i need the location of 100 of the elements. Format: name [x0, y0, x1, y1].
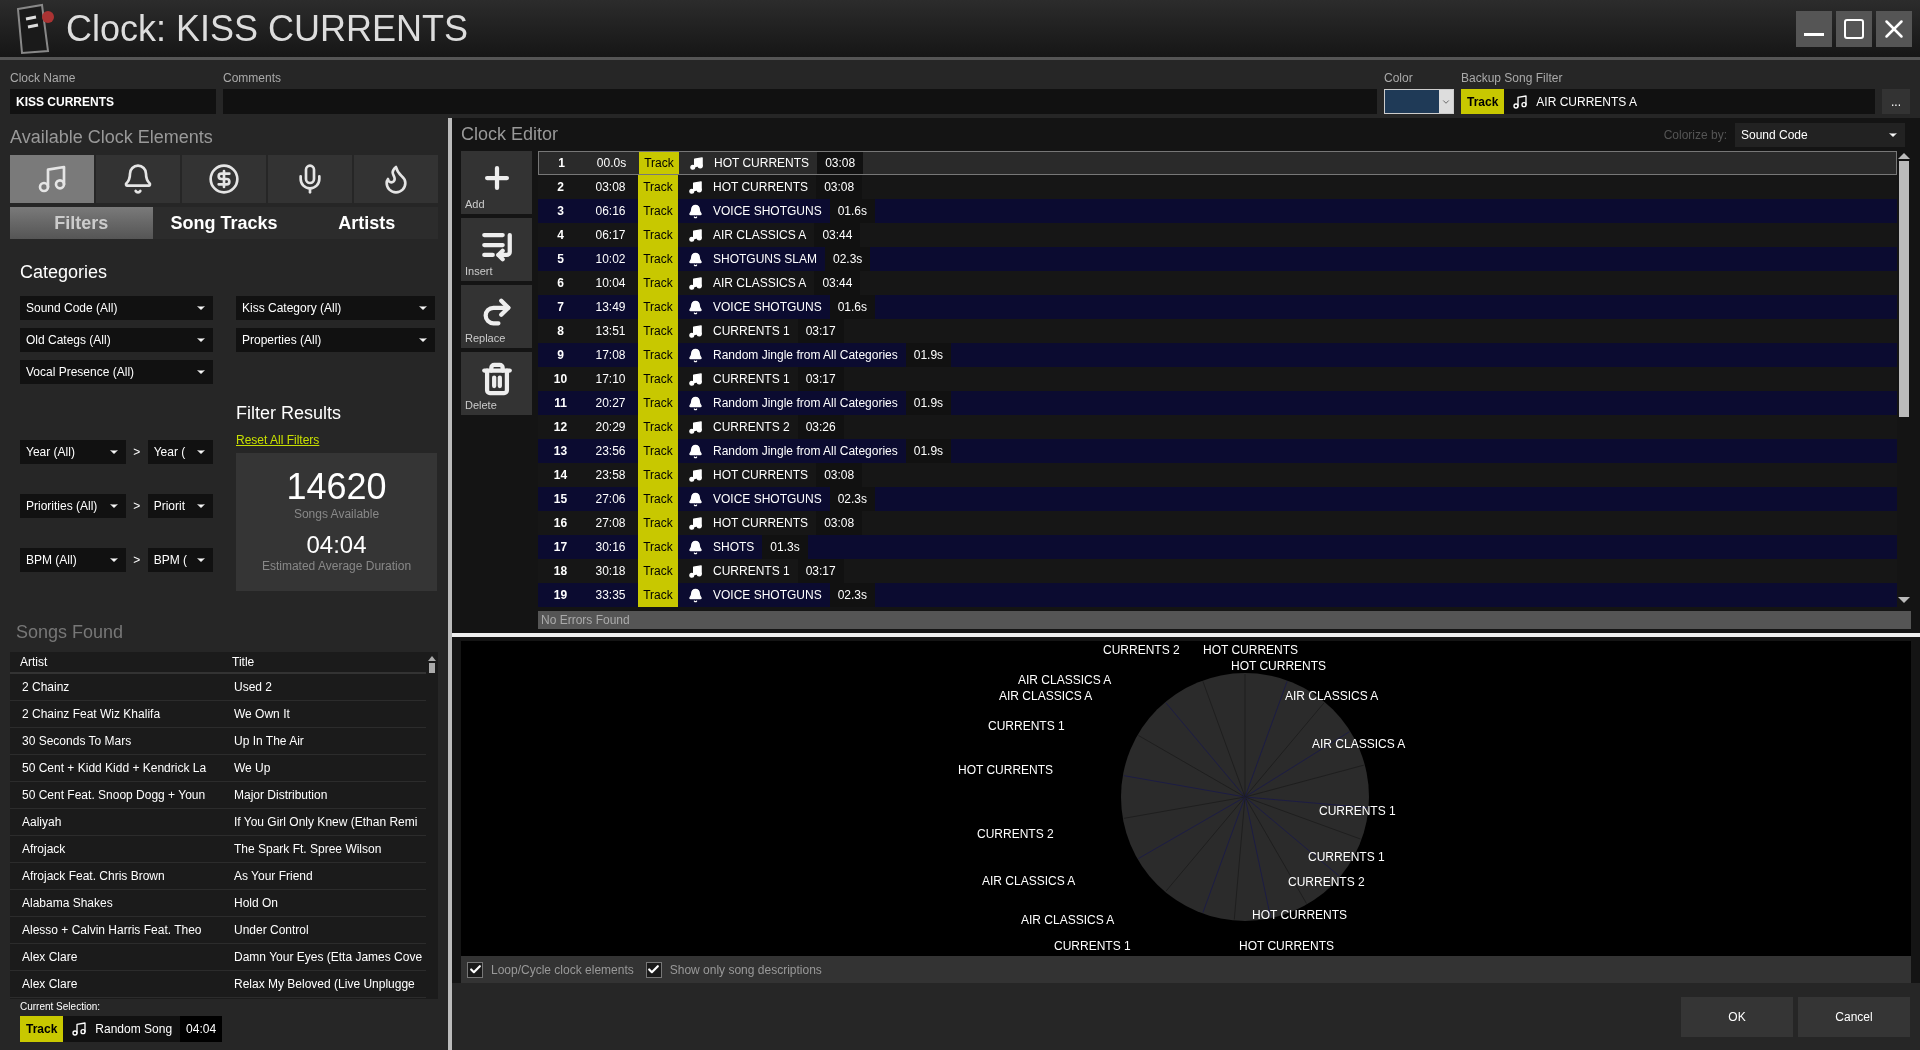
element-duration: 03:08: [816, 175, 863, 199]
minimize-button[interactable]: [1796, 10, 1832, 47]
row-time: 23:58: [594, 467, 627, 484]
category-dropdown[interactable]: Old Categs (All): [20, 328, 213, 352]
checkbox[interactable]: [645, 961, 662, 978]
tab[interactable]: Artists: [295, 207, 438, 239]
minimize-icon: [1804, 33, 1824, 36]
song-row[interactable]: 50 Cent + Kidd Kidd + Kendrick La We Up: [10, 755, 426, 782]
table-cell-text: Used 2: [234, 679, 274, 696]
music-note-icon: [688, 179, 703, 195]
song-row[interactable]: Afrojack Feat. Chris Brown As Your Friend: [10, 863, 426, 890]
close-button[interactable]: [1876, 10, 1912, 47]
range-from-dropdown[interactable]: Priorities (All): [20, 494, 126, 518]
song-row[interactable]: Aaliyah If You Girl Only Knew (Ethan Remi: [10, 809, 426, 836]
element-duration: 03:17: [797, 367, 844, 391]
range-from-dropdown[interactable]: BPM (All): [20, 548, 126, 572]
table-cell-text: Alabama Shakes: [22, 895, 114, 912]
clock-row[interactable]: 13 23:56 Track Random Jingle from All Categories 01.9s: [538, 439, 1897, 463]
song-row[interactable]: 2 Chainz Used 2: [10, 674, 426, 701]
element-name: Random Jingle from All Categories: [713, 347, 899, 364]
action-button[interactable]: Insert: [461, 218, 532, 281]
column-header[interactable]: Artist: [20, 653, 232, 671]
colorize-dropdown[interactable]: Sound Code: [1735, 122, 1905, 147]
song-row[interactable]: Alesso + Calvin Harris Feat. Theo Under Control: [10, 917, 426, 944]
song-row[interactable]: Alex Clare Damn Your Eyes (Etta James Cove: [10, 944, 426, 971]
clock-row[interactable]: 5 10:02 Track SHOTGUNS SLAM 02.3s: [538, 247, 1897, 271]
music-note-icon: [688, 467, 703, 483]
song-row[interactable]: 30 Seconds To Mars Up In The Air: [10, 728, 426, 755]
song-row[interactable]: Afrojack The Spark Ft. Spree Wilson: [10, 836, 426, 863]
clock-row[interactable]: 1 00.0s Track HOT CURRENTS 03:08: [538, 151, 1897, 175]
checkbox[interactable]: [467, 961, 483, 978]
element-type-button[interactable]: [96, 155, 180, 203]
table-cell-text: Alex Clare: [22, 976, 79, 993]
row-number: 12: [552, 419, 569, 436]
section-title: Categories: [20, 261, 109, 284]
track-type-tag: Track: [638, 319, 678, 343]
clock-row[interactable]: 3 06:16 Track VOICE SHOTGUNS 01.6s: [538, 199, 1897, 223]
clock-row[interactable]: 9 17:08 Track Random Jingle from All Categories 01.9s: [538, 343, 1897, 367]
pie-slice-label: AIR CLASSICS A: [999, 688, 1093, 705]
field-label: Clock Name: [10, 70, 77, 87]
row-time: 27:08: [594, 515, 627, 532]
action-button[interactable]: Add: [461, 151, 532, 214]
clock-row[interactable]: 15 27:06 Track VOICE SHOTGUNS 02.3s: [538, 487, 1897, 511]
song-row[interactable]: Alex Clare Relax My Beloved (Live Unplugge: [10, 971, 426, 998]
tab[interactable]: Filters: [10, 207, 153, 239]
category-dropdown[interactable]: Vocal Presence (All): [20, 360, 213, 384]
backup-song-filter-field[interactable]: Track AIR CURRENTS A: [1461, 89, 1875, 114]
element-type-button[interactable]: [354, 155, 438, 203]
track-type-tag: Track: [638, 343, 678, 367]
row-number: 4: [556, 227, 565, 244]
maximize-button[interactable]: [1836, 10, 1872, 47]
clock-row[interactable]: 19 33:35 Track VOICE SHOTGUNS 02.3s: [538, 583, 1897, 607]
track-type-tag: Track: [638, 463, 678, 487]
element-name: VOICE SHOTGUNS: [713, 203, 823, 220]
dialog-button[interactable]: OK: [1681, 996, 1793, 1037]
song-row[interactable]: 50 Cent Feat. Snoop Dogg + Youn Major Distribution: [10, 782, 426, 809]
music-note-icon: [1512, 93, 1529, 110]
tab[interactable]: Song Tracks: [152, 207, 296, 239]
check-icon: [468, 963, 482, 976]
range-from-dropdown[interactable]: Year (All): [20, 440, 126, 464]
pie-slice-label: HOT CURRENTS: [1239, 938, 1335, 955]
pie-slice-label: HOT CURRENTS: [1252, 907, 1348, 924]
range-to-dropdown[interactable]: BPM (: [147, 548, 213, 572]
clock-row[interactable]: 7 13:49 Track VOICE SHOTGUNS 01.6s: [538, 295, 1897, 319]
element-type-button[interactable]: [182, 155, 266, 203]
category-dropdown[interactable]: Kiss Category (All): [236, 296, 435, 320]
action-button[interactable]: Replace: [461, 285, 532, 348]
column-header[interactable]: Title: [232, 653, 416, 671]
track-type-tag: Track: [20, 1016, 64, 1042]
pie-slice-label: CURRENTS 2: [1103, 642, 1180, 659]
action-button[interactable]: Delete: [461, 352, 532, 415]
pie-slice-label: CURRENTS 1: [1308, 849, 1385, 866]
category-dropdown[interactable]: Properties (All): [236, 328, 435, 352]
color-dropdown[interactable]: [1384, 89, 1454, 114]
row-number: 6: [556, 275, 565, 292]
dialog-button[interactable]: Cancel: [1798, 996, 1910, 1037]
clock-row[interactable]: 11 20:27 Track Random Jingle from All Categories 01.9s: [538, 391, 1897, 415]
section-title: Songs Found: [16, 621, 125, 644]
track-type-tag: Track: [638, 175, 678, 199]
section-title: Available Clock Elements: [10, 126, 214, 149]
reset-filters-link[interactable]: Reset All Filters: [236, 431, 320, 449]
clock-name-field[interactable]: KISS CURRENTS: [10, 89, 216, 114]
table-cell-text: Alex Clare: [22, 949, 79, 966]
field-label: Comments: [223, 70, 282, 87]
songs-count: 14620: [286, 469, 387, 505]
range-to-dropdown[interactable]: Priorit: [147, 494, 213, 518]
row-time: 17:10: [594, 371, 627, 388]
element-name: AIR CLASSICS A: [713, 275, 808, 292]
track-type-tag: Track: [638, 535, 678, 559]
music-note-icon: [688, 371, 703, 387]
bell-icon: [688, 251, 703, 267]
category-dropdown[interactable]: Sound Code (All): [20, 296, 213, 320]
more-button[interactable]: ...: [1882, 89, 1910, 114]
element-type-button[interactable]: [268, 155, 352, 203]
range-to-dropdown[interactable]: Year (: [147, 440, 213, 464]
clock-row[interactable]: 17 30:16 Track SHOTS 01.3s: [538, 535, 1897, 559]
song-row[interactable]: Alabama Shakes Hold On: [10, 890, 426, 917]
maximize-icon: [1842, 16, 1866, 41]
song-row[interactable]: 2 Chainz Feat Wiz Khalifa We Own It: [10, 701, 426, 728]
element-name: AIR CLASSICS A: [713, 227, 808, 244]
